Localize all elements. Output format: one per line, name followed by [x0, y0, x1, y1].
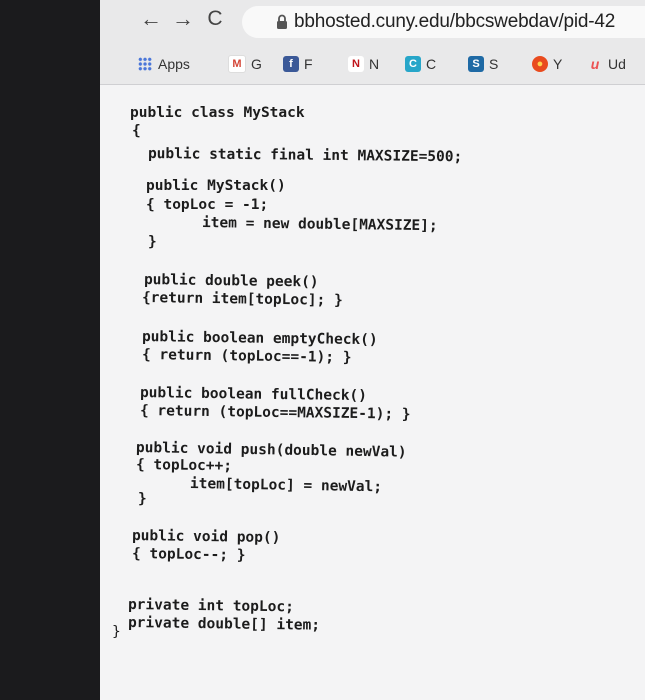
udemy-icon: u — [590, 56, 600, 72]
browser-toolbar: ← → C bbhosted.cuny.edu/bbcswebdav/pid-4… — [100, 0, 645, 44]
code-line: private int topLoc; — [127, 597, 294, 616]
gmail-icon: M — [228, 55, 246, 73]
reload-button[interactable]: C — [202, 6, 228, 32]
bookmark-facebook[interactable]: f F — [283, 54, 313, 74]
code-line: {return item[topLoc]; } — [141, 290, 343, 309]
bookmark-udemy-label: Ud — [608, 56, 626, 72]
code-line: { return (topLoc==MAXSIZE-1); } — [139, 403, 411, 423]
y-icon: ● — [532, 56, 548, 72]
code-document: public class MyStack { public static fin… — [100, 85, 645, 700]
code-line: { topLoc = -1; — [146, 197, 269, 213]
lock-icon — [277, 14, 287, 29]
browser-window: ← → C bbhosted.cuny.edu/bbcswebdav/pid-4… — [100, 0, 645, 700]
c-icon: C — [405, 56, 421, 72]
code-line: item = new double[MAXSIZE]; — [201, 215, 438, 235]
code-line: { — [132, 123, 141, 139]
bookmark-apps[interactable]: Apps — [138, 54, 190, 74]
bookmark-gmail-label: G — [251, 56, 262, 72]
code-line: } — [138, 491, 147, 507]
address-url[interactable]: bbhosted.cuny.edu/bbcswebdav/pid-42 — [294, 11, 615, 33]
bookmark-apps-label: Apps — [158, 56, 190, 72]
code-line: { return (topLoc==-1); } — [141, 347, 352, 366]
apps-grid-icon — [138, 57, 152, 71]
bookmark-c[interactable]: C C — [405, 54, 436, 74]
bookmark-s-label: S — [489, 56, 499, 72]
code-line: public boolean fullCheck() — [139, 385, 368, 405]
code-line: private double[] item; — [127, 615, 321, 634]
s-icon: S — [468, 56, 484, 72]
code-line: } — [148, 234, 157, 250]
code-line: { topLoc++; — [135, 457, 233, 475]
facebook-icon: f — [283, 56, 299, 72]
bookmark-netflix-label: N — [369, 56, 380, 72]
code-line: } — [112, 624, 121, 640]
code-line: public void pop() — [131, 528, 281, 547]
code-line: public static final int MAXSIZE=500; — [147, 146, 463, 166]
code-line: { topLoc--; } — [131, 546, 246, 564]
bookmark-facebook-label: F — [304, 56, 313, 72]
code-line: item[topLoc] = newVal; — [189, 476, 383, 496]
code-line: public MyStack() — [146, 178, 286, 194]
back-button[interactable]: ← — [138, 6, 164, 32]
bookmark-netflix[interactable]: N N — [348, 54, 379, 74]
code-line: public class MyStack — [130, 105, 305, 121]
bookmark-c-label: C — [426, 56, 437, 72]
forward-button[interactable]: → — [170, 6, 196, 32]
bookmark-udemy[interactable]: u Ud — [587, 54, 626, 74]
netflix-icon: N — [348, 56, 364, 72]
bookmarks-bar: Apps M G f F N N C C S S ● Y u Ud — [100, 44, 645, 85]
code-line: public double peek() — [143, 272, 319, 291]
bookmark-y-label: Y — [553, 56, 563, 72]
code-line: public boolean emptyCheck() — [141, 329, 378, 349]
bookmark-y[interactable]: ● Y — [532, 54, 562, 74]
bookmark-s[interactable]: S S — [468, 54, 498, 74]
bookmark-gmail[interactable]: M G — [228, 54, 262, 74]
